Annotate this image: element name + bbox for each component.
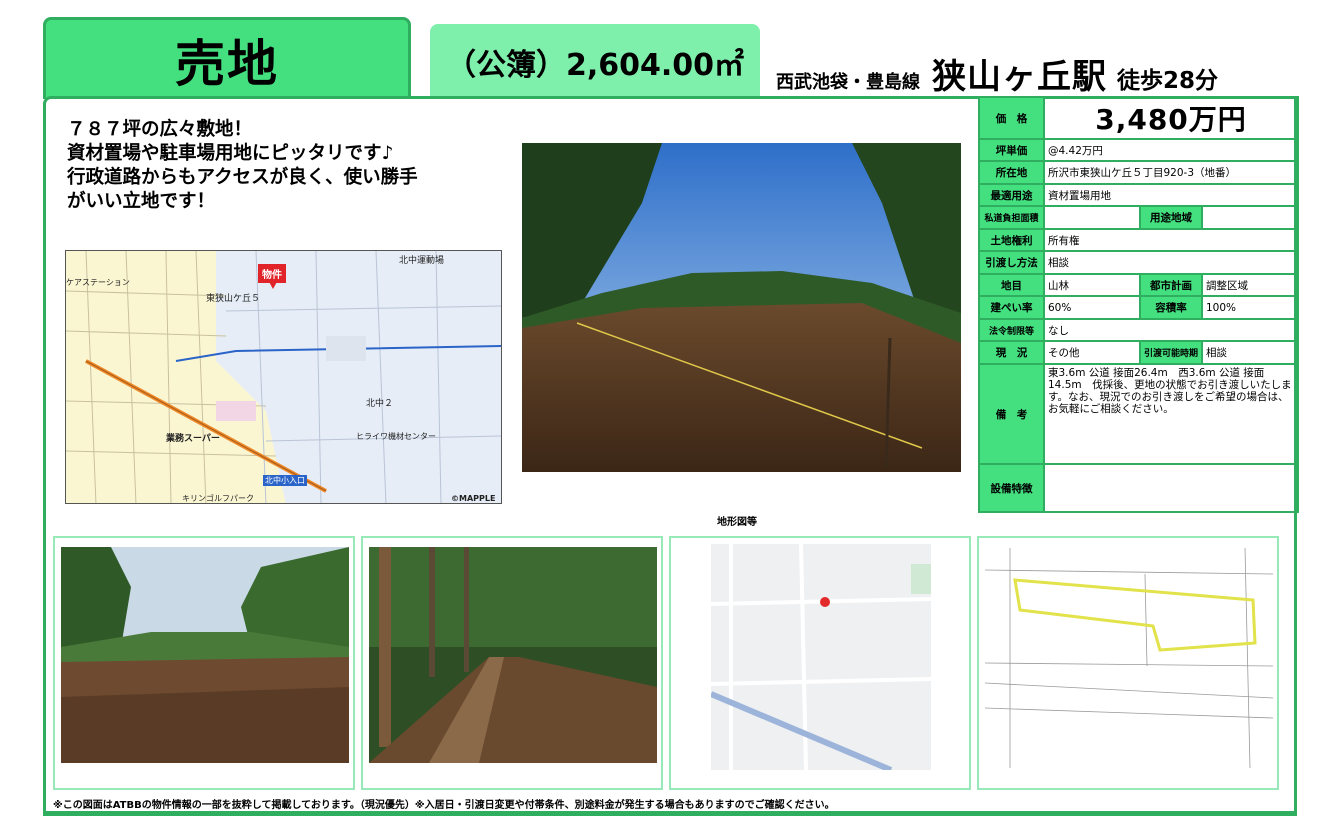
map-pin-icon bbox=[268, 280, 278, 289]
zoning-label: 用途地域 bbox=[1139, 205, 1203, 230]
map-label-iriguchi: 北中小入口 bbox=[263, 475, 307, 486]
location-map: ケアステーション 東狭山ケ丘５ 北中運動場 北中２ 業務スーパー 北中小入口 ヒ… bbox=[65, 250, 502, 504]
city-plan-value: 調整区域 bbox=[1200, 273, 1300, 297]
headline-line: ７８７坪の広々敷地！ bbox=[67, 119, 253, 140]
walk-time: 徒歩28分 bbox=[1117, 68, 1219, 94]
photo-wide-field bbox=[61, 547, 349, 763]
lot-plan bbox=[985, 548, 1273, 768]
headline-line: 資材置場や駐車場用地にピッタリです♪ bbox=[67, 143, 394, 164]
railway-line: 西武池袋・豊島線 bbox=[776, 72, 920, 93]
equipment-value bbox=[1042, 463, 1300, 513]
map-label-undojo: 北中運動場 bbox=[399, 256, 445, 266]
zoning-value bbox=[1200, 205, 1300, 230]
map-credit: ©MAPPLE bbox=[451, 494, 496, 503]
land-right-value: 所有権 bbox=[1042, 228, 1300, 252]
price-label: 価 格 bbox=[978, 96, 1045, 140]
photo-cleared-land bbox=[522, 143, 961, 472]
thumb-frame-1 bbox=[53, 536, 355, 790]
land-right-label: 土地権利 bbox=[978, 228, 1045, 252]
map-label-kitanaka: 北中２ bbox=[366, 399, 394, 409]
street-map bbox=[711, 544, 931, 770]
thumb-frame-3 bbox=[669, 536, 971, 790]
private-road-value bbox=[1043, 205, 1141, 230]
land-category-value: 山林 bbox=[1043, 273, 1141, 297]
location-label: 所在地 bbox=[978, 160, 1045, 185]
use-value: 資材置場用地 bbox=[1042, 183, 1300, 207]
photo-forest-path bbox=[369, 547, 657, 763]
status-value: その他 bbox=[1043, 340, 1141, 365]
map-label-golf: キリンゴルフパーク bbox=[182, 494, 254, 503]
coverage-value: 60% bbox=[1043, 295, 1141, 320]
land-category-label: 地目 bbox=[978, 273, 1045, 297]
remarks-value: 東3.6m 公道 接面26.4m 西3.6m 公道 接面14.5m 伐採後、更地… bbox=[1042, 363, 1300, 465]
use-label: 最適用途 bbox=[978, 183, 1045, 207]
legal-label: 法令制限等 bbox=[978, 318, 1045, 342]
remarks-label: 備 考 bbox=[978, 363, 1045, 465]
delivery-time-value: 相談 bbox=[1200, 340, 1300, 365]
equipment-label: 設備特徴 bbox=[978, 463, 1045, 513]
city-plan-label: 都市計画 bbox=[1139, 273, 1203, 297]
far-label: 容積率 bbox=[1139, 295, 1203, 320]
legal-value: なし bbox=[1042, 318, 1300, 342]
headline: ７８７坪の広々敷地！ 資材置場や駐車場用地にピッタリです♪ 行政道路からもアクセ… bbox=[67, 118, 517, 214]
coverage-label: 建ぺい率 bbox=[978, 295, 1045, 320]
delivery-time-label: 引渡可能時期 bbox=[1139, 340, 1203, 365]
main-photo bbox=[522, 143, 961, 472]
map-label-supermarket: 業務スーパー bbox=[166, 434, 220, 444]
map-label-center: ヒライワ機材センター bbox=[356, 432, 436, 441]
delivery-method-label: 引渡し方法 bbox=[978, 250, 1045, 275]
map-label-station: ケアステーション bbox=[66, 278, 130, 287]
thumb-frame-4 bbox=[977, 536, 1279, 790]
private-road-label: 私道負担面積 bbox=[978, 205, 1045, 230]
station-info: 西武池袋・豊島線 狭山ヶ丘駅 徒歩28分 bbox=[776, 54, 1218, 98]
thumb-frame-2 bbox=[361, 536, 663, 790]
location-value: 所沢市東狭山ケ丘５丁目920-3（地番） bbox=[1042, 160, 1300, 185]
far-value: 100% bbox=[1200, 295, 1300, 320]
terrain-title: 地形図等 bbox=[717, 517, 757, 528]
footer-note: ※この図面はATBBの物件情報の一部を抜粋して掲載しております。（現況優先）※入… bbox=[53, 800, 835, 811]
footer-bar bbox=[46, 811, 1294, 816]
tsubo-value: @4.42万円 bbox=[1042, 138, 1300, 162]
category-tab: 売地 bbox=[43, 17, 411, 99]
map-graphic bbox=[66, 251, 501, 503]
map-label-area: 東狭山ケ丘５ bbox=[206, 294, 261, 304]
category-label: 売地 bbox=[175, 34, 279, 93]
headline-line: がいい立地です！ bbox=[67, 191, 216, 212]
spec-table: 価 格 3,480万円 坪単価 @4.42万円 所在地 所沢市東狭山ケ丘５丁目9… bbox=[978, 96, 1300, 513]
headline-line: 行政道路からもアクセスが良く、使い勝手 bbox=[67, 167, 418, 188]
status-label: 現 況 bbox=[978, 340, 1045, 365]
tsubo-label: 坪単価 bbox=[978, 138, 1045, 162]
price-value: 3,480万円 bbox=[1042, 96, 1300, 140]
area-tab: （公簿）2,604.00㎡ bbox=[430, 24, 760, 99]
delivery-method-value: 相談 bbox=[1042, 250, 1300, 275]
station-name: 狭山ヶ丘駅 bbox=[932, 57, 1107, 97]
area-label: （公簿）2,604.00㎡ bbox=[445, 47, 745, 83]
